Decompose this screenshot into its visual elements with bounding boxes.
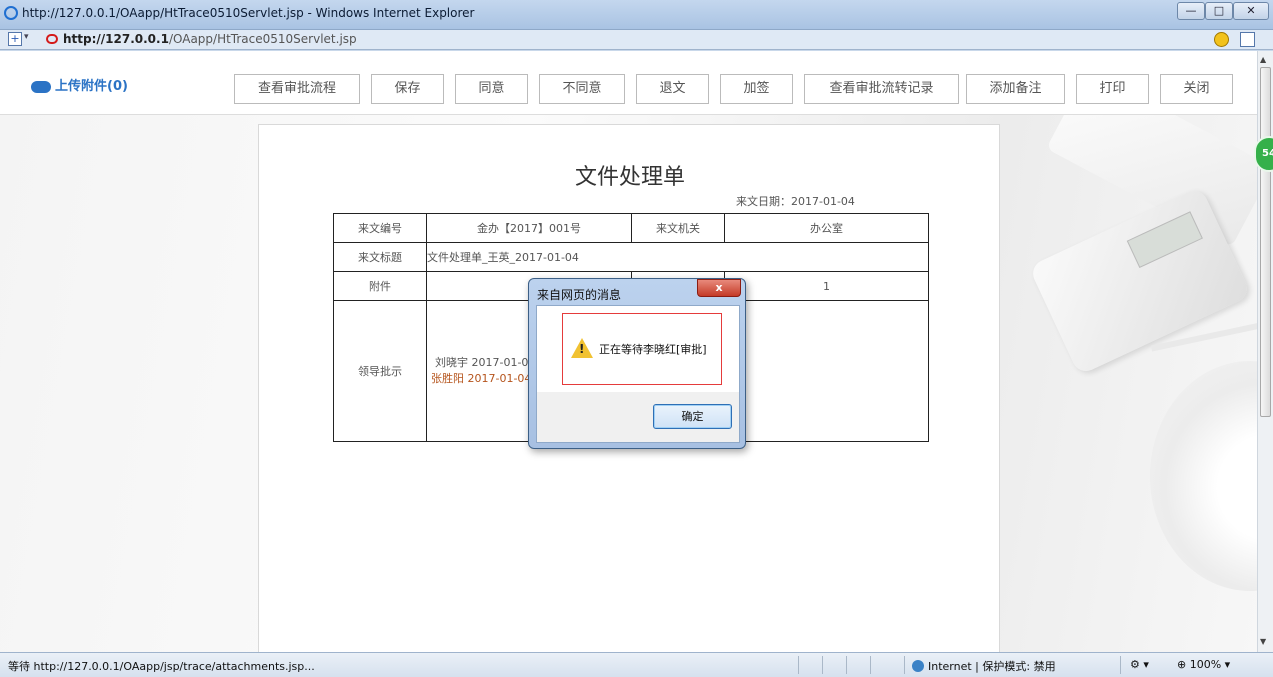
status-divider [1120,656,1121,674]
table-row: 来文编号 金办【2017】001号 来文机关 办公室 [333,213,929,243]
go-icon[interactable] [1214,32,1229,47]
return-document-button[interactable]: 退文 [636,74,709,104]
scroll-up-icon[interactable]: ▲ [1260,55,1266,64]
status-divider [904,656,905,674]
dialog-body: ! 正在等待李晓红[审批] 确定 [536,305,740,443]
action-toolbar: 上传附件(0) 查看审批流程 保存 同意 不同意 退文 加签 查看审批流转记录 … [0,51,1257,115]
popup-blocker-icon[interactable]: ⚙ ▾ [1130,658,1149,671]
chevron-down-icon[interactable]: ▾ [24,32,29,42]
message-highlight-box: ! 正在等待李晓红[审批] [562,313,722,385]
window-title-bar: http://127.0.0.1/OAapp/HtTrace0510Servle… [0,0,1273,30]
table-row: 来文标题 文件处理单_王英_2017-01-04 [333,242,929,272]
status-divider [846,656,847,674]
scrollbar-thumb[interactable] [1260,67,1271,417]
status-divider [870,656,871,674]
alert-dialog: 来自网页的消息 x ! 正在等待李晓红[审批] 确定 [528,278,746,449]
doc-number-value: 金办【2017】001号 [426,213,632,243]
window-close-button[interactable]: ✕ [1233,2,1269,20]
cloud-upload-icon [31,80,51,93]
minimize-button[interactable]: — [1177,2,1205,20]
zoom-level[interactable]: ⊕ 100% ▾ [1177,658,1230,671]
upload-attachment-label: 上传附件(0) [55,79,128,94]
security-zone[interactable]: Internet | 保护模式: 禁用 [912,658,1056,674]
dialog-message: 正在等待李晓红[审批] [599,343,707,356]
cup-decoration [1150,361,1257,591]
site-status-icon [46,34,58,44]
view-approval-flow-button[interactable]: 查看审批流程 [234,74,360,104]
save-button[interactable]: 保存 [371,74,444,104]
attachment-label: 附件 [333,271,427,301]
zoom-level-value: 100% [1189,658,1222,671]
add-note-button[interactable]: 添加备注 [966,74,1065,104]
upload-attachment-button[interactable]: 上传附件(0) [31,75,128,94]
source-org-label: 来文机关 [631,213,725,243]
agree-button[interactable]: 同意 [455,74,528,104]
dialog-title: 来自网页的消息 [537,288,622,302]
subject-label: 来文标题 [333,242,427,272]
document-title: 文件处理单 [574,165,685,190]
doc-number-label: 来文编号 [333,213,427,243]
print-button[interactable]: 打印 [1076,74,1149,104]
add-tab-icon[interactable]: + [8,32,22,46]
ok-button[interactable]: 确定 [653,404,732,429]
security-zone-label: Internet | 保护模式: 禁用 [928,660,1056,673]
dialog-footer: 确定 [537,392,739,442]
status-text: 等待 http://127.0.0.1/OAapp/jsp/trace/atta… [8,660,315,673]
scroll-down-icon[interactable]: ▼ [1260,637,1266,646]
ie-logo-icon [4,6,18,20]
approval-label: 领导批示 [333,300,427,442]
disagree-button[interactable]: 不同意 [539,74,625,104]
document-date: 来文日期：2017-01-04 [736,195,855,208]
warning-icon: ! [571,338,593,358]
source-org-value: 办公室 [724,213,929,243]
status-bar: 等待 http://127.0.0.1/OAapp/jsp/trace/atta… [0,652,1273,677]
globe-icon [912,660,924,672]
compatibility-view-icon[interactable] [1240,32,1255,47]
maximize-button[interactable]: □ [1205,2,1233,20]
dialog-close-button[interactable]: x [697,279,741,297]
close-button[interactable]: 关闭 [1160,74,1233,104]
url-path: /OAapp/HtTrace0510Servlet.jsp [168,32,357,46]
address-bar: + ▾ http://127.0.0.1/OAapp/HtTrace0510Se… [0,30,1273,50]
status-divider [798,656,799,674]
view-approval-records-button[interactable]: 查看审批流转记录 [804,74,959,104]
window-title: http://127.0.0.1/OAapp/HtTrace0510Servle… [22,6,475,20]
attachment-count: 1 [724,271,929,301]
subject-value: 文件处理单_王英_2017-01-04 [426,242,929,272]
status-divider [822,656,823,674]
add-signer-button[interactable]: 加签 [720,74,793,104]
url-field[interactable]: http://127.0.0.1/OAapp/HtTrace0510Servle… [63,32,357,46]
url-host: http://127.0.0.1 [63,32,169,46]
floating-badge[interactable]: 54 [1254,136,1273,172]
